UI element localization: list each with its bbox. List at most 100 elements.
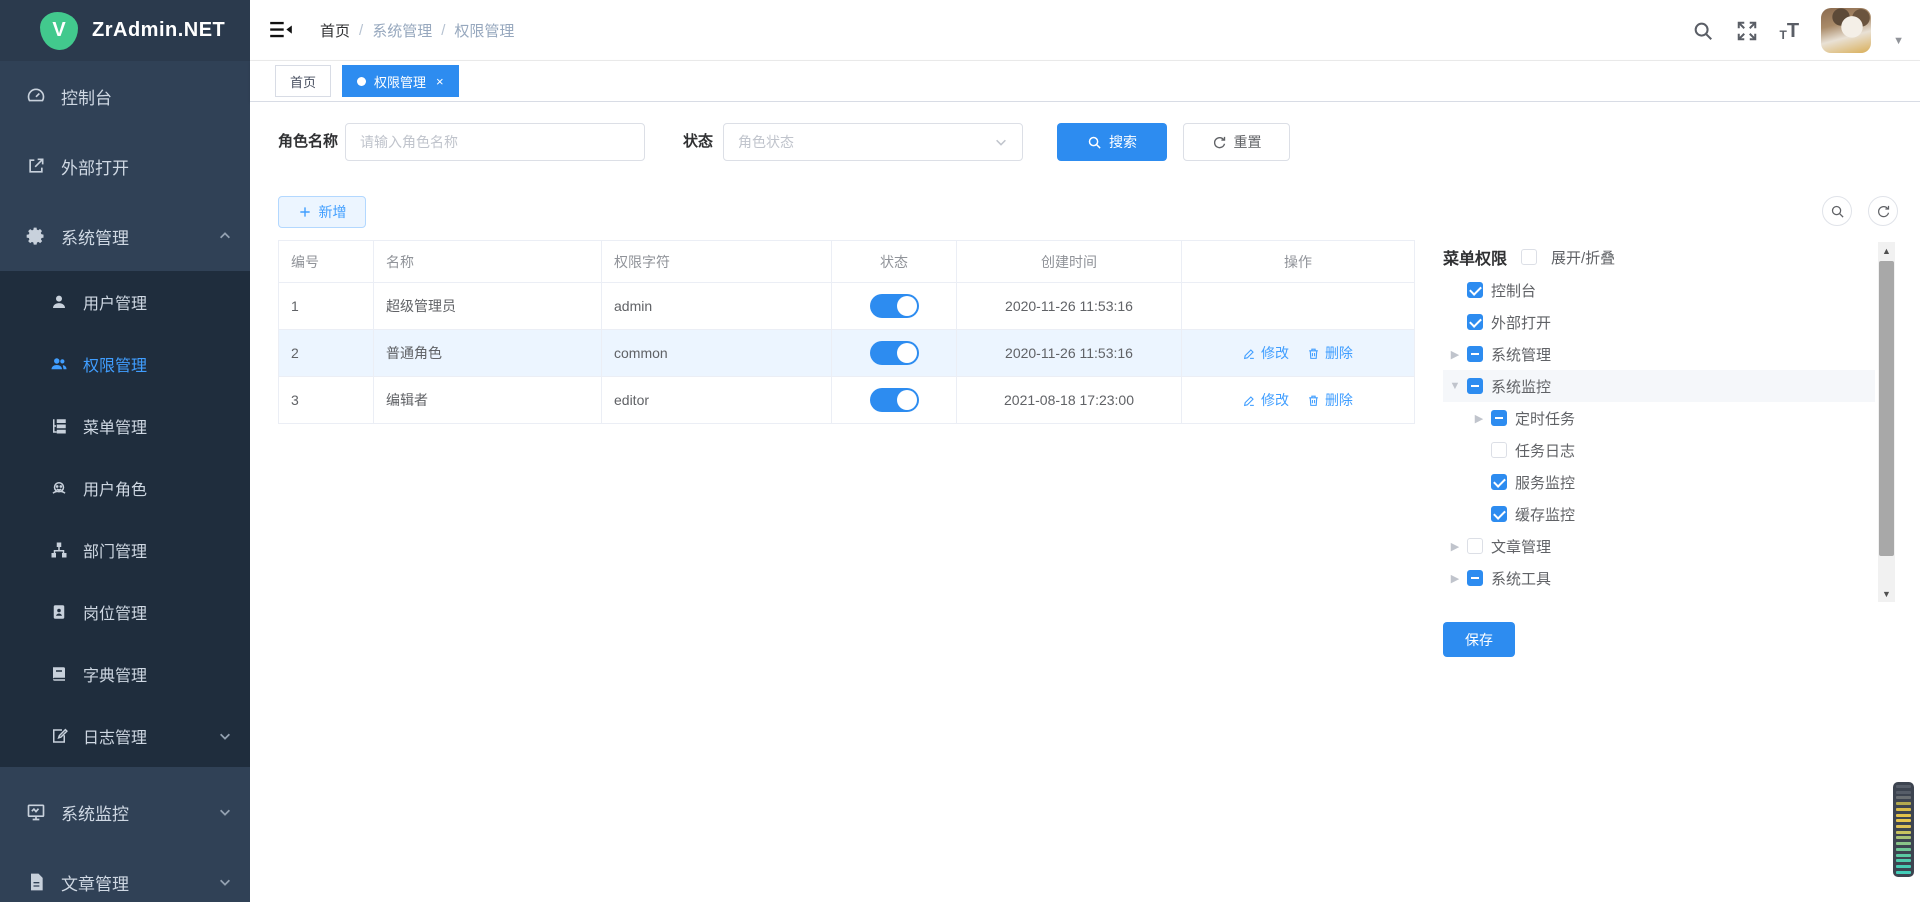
scrollbar-thumb[interactable] bbox=[1879, 261, 1894, 556]
tab-role-mgmt[interactable]: 权限管理 × bbox=[342, 65, 459, 97]
expand-arrow-icon[interactable]: ▶ bbox=[1467, 412, 1491, 425]
cell-key: admin bbox=[602, 283, 832, 330]
breadcrumb-separator: / bbox=[359, 22, 363, 39]
expand-arrow-icon[interactable]: ▶ bbox=[1443, 348, 1467, 361]
tree-scrollbar[interactable]: ▲ ▼ bbox=[1878, 242, 1895, 602]
tab-label: 首页 bbox=[290, 72, 316, 91]
tree-checkbox[interactable] bbox=[1467, 282, 1483, 298]
tree-checkbox[interactable] bbox=[1491, 474, 1507, 490]
tree-node[interactable]: ▶ 系统管理 bbox=[1443, 338, 1875, 370]
tree-checkbox[interactable] bbox=[1467, 378, 1483, 394]
cell-name: 超级管理员 bbox=[374, 283, 602, 330]
dashboard-icon bbox=[26, 86, 46, 106]
save-button-label: 保存 bbox=[1465, 630, 1493, 650]
scroll-down-icon[interactable]: ▼ bbox=[1878, 585, 1895, 602]
cell-actions: 修改 删除 bbox=[1182, 377, 1415, 424]
cell-id: 3 bbox=[279, 377, 374, 424]
role-name-label: 角色名称 bbox=[278, 123, 338, 161]
cell-created: 2020-11-26 11:53:16 bbox=[957, 283, 1182, 330]
status-toggle[interactable] bbox=[870, 388, 919, 412]
cell-actions: 修改 删除 bbox=[1182, 330, 1415, 377]
sidebar-item-users[interactable]: 用户管理 bbox=[0, 271, 250, 333]
user-avatar[interactable] bbox=[1821, 8, 1871, 53]
panel-search-button[interactable] bbox=[1822, 196, 1852, 226]
panel-refresh-button[interactable] bbox=[1868, 196, 1898, 226]
fullscreen-icon[interactable] bbox=[1736, 20, 1758, 42]
edit-link[interactable]: 修改 bbox=[1243, 390, 1289, 410]
fold-menu-icon[interactable] bbox=[270, 21, 292, 39]
font-size-icon[interactable]: TT bbox=[1780, 21, 1800, 41]
caret-down-icon[interactable]: ▼ bbox=[1893, 35, 1904, 47]
tree-node[interactable]: 服务监控 bbox=[1443, 466, 1875, 498]
sidebar-item-label: 用户角色 bbox=[83, 476, 147, 500]
table-row[interactable]: 1 超级管理员 admin 2020-11-26 11:53:16 bbox=[279, 283, 1415, 330]
logo[interactable]: V ZrAdmin.NET bbox=[0, 0, 250, 61]
tree-checkbox[interactable] bbox=[1467, 346, 1483, 362]
col-header-name: 名称 bbox=[374, 241, 602, 283]
delete-link[interactable]: 删除 bbox=[1307, 343, 1353, 363]
search-button[interactable]: 搜索 bbox=[1057, 123, 1167, 161]
tree-checkbox[interactable] bbox=[1491, 506, 1507, 522]
sidebar-item-articles[interactable]: 文章管理 bbox=[0, 847, 250, 902]
close-icon[interactable]: × bbox=[436, 74, 444, 89]
role-name-input[interactable] bbox=[345, 123, 645, 161]
collapse-arrow-icon[interactable]: ▼ bbox=[1443, 380, 1467, 392]
col-header-id: 编号 bbox=[279, 241, 374, 283]
tree-node[interactable]: ▶ 系统工具 bbox=[1443, 562, 1875, 594]
table-row[interactable]: 2 普通角色 common 2020-11-26 11:53:16 修改 删除 bbox=[279, 330, 1415, 377]
edit-link[interactable]: 修改 bbox=[1243, 343, 1289, 363]
breadcrumb-system[interactable]: 系统管理 bbox=[372, 20, 432, 41]
reset-button[interactable]: 重置 bbox=[1183, 123, 1290, 161]
sidebar-item-menus[interactable]: 菜单管理 bbox=[0, 395, 250, 457]
expand-arrow-icon[interactable]: ▶ bbox=[1443, 572, 1467, 585]
col-header-status: 状态 bbox=[832, 241, 957, 283]
sidebar-item-roles[interactable]: 权限管理 bbox=[0, 333, 250, 395]
main-area: 首页 / 系统管理 / 权限管理 TT ▼ 首页 权限管理 × 角色名称 状态 bbox=[250, 0, 1920, 902]
add-button[interactable]: 新增 bbox=[278, 196, 366, 228]
tree-node[interactable]: 控制台 bbox=[1443, 274, 1875, 306]
sidebar-item-departments[interactable]: 部门管理 bbox=[0, 519, 250, 581]
tree-checkbox[interactable] bbox=[1491, 442, 1507, 458]
cell-key: common bbox=[602, 330, 832, 377]
sidebar-item-label: 系统监控 bbox=[61, 800, 129, 825]
status-toggle[interactable] bbox=[870, 294, 919, 318]
sidebar-item-external[interactable]: 外部打开 bbox=[0, 131, 250, 201]
tree-checkbox[interactable] bbox=[1467, 570, 1483, 586]
cell-created: 2021-08-18 17:23:00 bbox=[957, 377, 1182, 424]
menu-permission-title: 菜单权限 bbox=[1443, 245, 1507, 269]
chevron-down-icon bbox=[994, 135, 1008, 149]
tree-checkbox[interactable] bbox=[1467, 538, 1483, 554]
tree-node-selected[interactable]: ▼ 系统监控 bbox=[1443, 370, 1875, 402]
cell-id: 1 bbox=[279, 283, 374, 330]
status-toggle[interactable] bbox=[870, 341, 919, 365]
tree-node[interactable]: ▶ 文章管理 bbox=[1443, 530, 1875, 562]
tree-node[interactable]: 缓存监控 bbox=[1443, 498, 1875, 530]
expand-collapse-checkbox[interactable] bbox=[1521, 249, 1537, 265]
sidebar-item-monitor[interactable]: 系统监控 bbox=[0, 777, 250, 847]
sidebar-item-system-mgmt[interactable]: 系统管理 bbox=[0, 201, 250, 271]
breadcrumb-home[interactable]: 首页 bbox=[320, 20, 350, 41]
status-select[interactable]: 角色状态 bbox=[723, 123, 1023, 161]
logo-v-icon: V bbox=[40, 12, 78, 50]
tree-checkbox[interactable] bbox=[1467, 314, 1483, 330]
tree-node[interactable]: 任务日志 bbox=[1443, 434, 1875, 466]
external-link-icon bbox=[26, 156, 46, 176]
tree-node[interactable]: 外部打开 bbox=[1443, 306, 1875, 338]
scroll-up-icon[interactable]: ▲ bbox=[1878, 242, 1895, 259]
sidebar-item-dashboard[interactable]: 控制台 bbox=[0, 61, 250, 131]
sidebar-item-user-roles[interactable]: 用户角色 bbox=[0, 457, 250, 519]
delete-link[interactable]: 删除 bbox=[1307, 390, 1353, 410]
sidebar-item-label: 字典管理 bbox=[83, 662, 147, 686]
tree-checkbox[interactable] bbox=[1491, 410, 1507, 426]
save-button[interactable]: 保存 bbox=[1443, 622, 1515, 657]
sidebar-item-label: 控制台 bbox=[61, 84, 112, 109]
sidebar-item-label: 权限管理 bbox=[83, 352, 147, 376]
tree-node[interactable]: ▶ 定时任务 bbox=[1443, 402, 1875, 434]
tab-home[interactable]: 首页 bbox=[275, 65, 331, 97]
search-icon[interactable] bbox=[1692, 20, 1714, 42]
sidebar-item-dictionary[interactable]: 字典管理 bbox=[0, 643, 250, 705]
sidebar-item-posts[interactable]: 岗位管理 bbox=[0, 581, 250, 643]
sidebar-item-logs[interactable]: 日志管理 bbox=[0, 705, 250, 767]
table-row[interactable]: 3 编辑者 editor 2021-08-18 17:23:00 修改 删除 bbox=[279, 377, 1415, 424]
expand-arrow-icon[interactable]: ▶ bbox=[1443, 540, 1467, 553]
